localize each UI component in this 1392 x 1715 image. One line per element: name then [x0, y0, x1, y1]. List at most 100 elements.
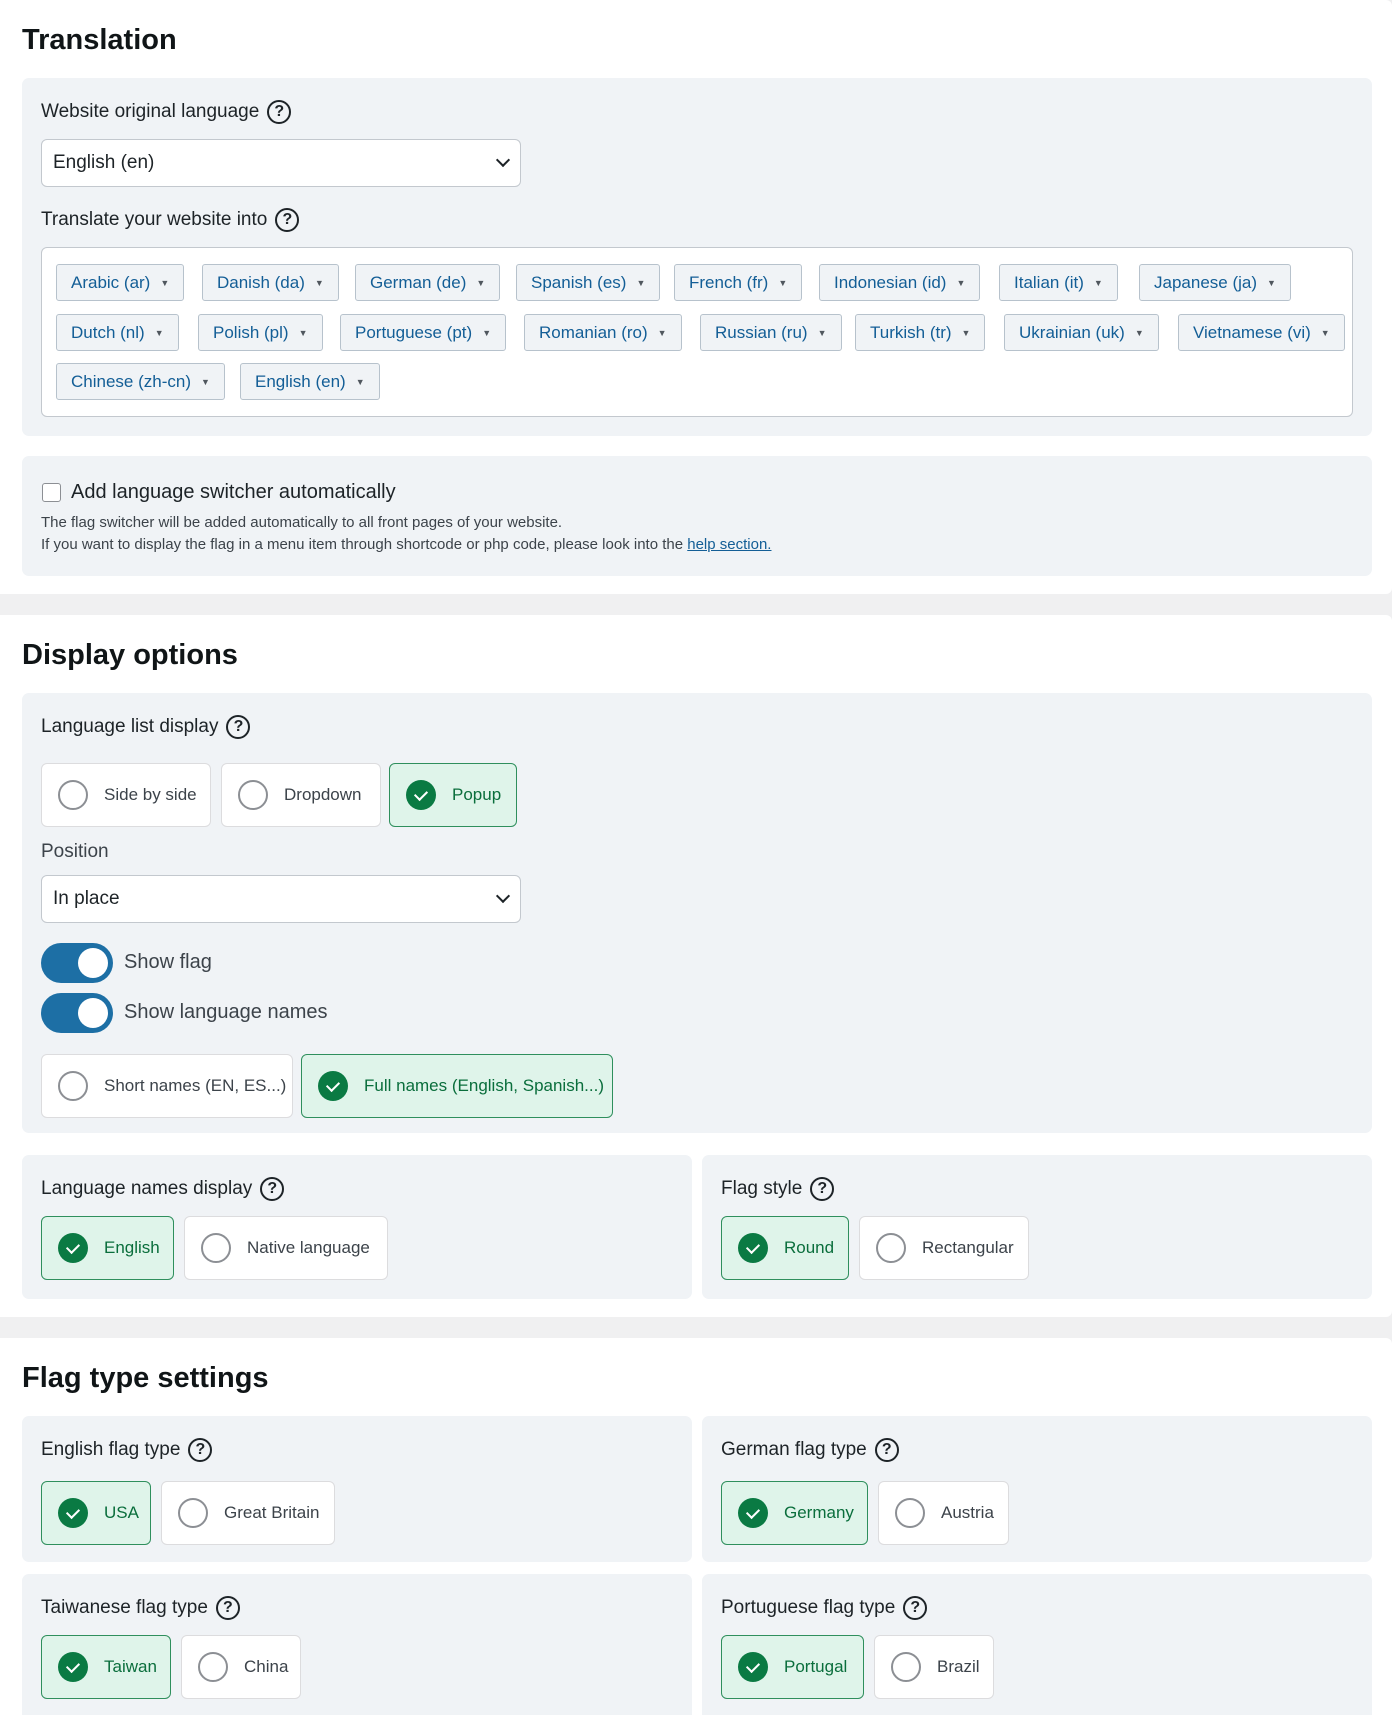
language-tag[interactable]: Vietnamese (vi) ▼: [1178, 314, 1345, 351]
switcher-description: The flag switcher will be added automati…: [41, 514, 563, 531]
language-tag[interactable]: Japanese (ja) ▼: [1139, 264, 1291, 301]
caret-down-icon[interactable]: ▼: [1094, 278, 1103, 288]
option-rectangular[interactable]: Rectangular: [859, 1216, 1029, 1280]
option-taiwan[interactable]: Taiwan: [41, 1635, 171, 1699]
language-tag[interactable]: French (fr) ▼: [674, 264, 803, 301]
auto-switcher-label[interactable]: Add language switcher automatically: [71, 481, 396, 504]
caret-down-icon[interactable]: ▼: [962, 328, 971, 338]
language-tag[interactable]: Ukrainian (uk) ▼: [1004, 314, 1159, 351]
caret-down-icon[interactable]: ▼: [1321, 328, 1330, 338]
language-settings-panel: Website original language ? English (en)…: [22, 78, 1372, 436]
language-list-panel: Language list display ? Side by side Dro…: [22, 693, 1372, 1133]
portuguese-flag-panel: Portuguese flag type ? Portugal Brazil: [702, 1574, 1372, 1715]
target-languages-box[interactable]: Arabic (ar) ▼ Danish (da) ▼ German (de) ▼ S…: [41, 247, 1353, 417]
language-tag[interactable]: German (de) ▼: [355, 264, 501, 301]
chevron-down-icon: [495, 152, 511, 168]
english-flag-label: English flag type ?: [41, 1438, 213, 1462]
language-tag[interactable]: English (en) ▼: [240, 363, 380, 400]
check-icon: [738, 1233, 768, 1263]
question-circle-icon[interactable]: ?: [260, 1177, 285, 1201]
caret-down-icon[interactable]: ▼: [160, 278, 169, 288]
flag-style-label: Flag style ?: [721, 1177, 835, 1201]
option-short-names[interactable]: Short names (EN, ES...): [41, 1054, 293, 1118]
translate-into-label: Translate your website into ?: [41, 208, 300, 232]
check-icon: [738, 1652, 768, 1682]
caret-down-icon[interactable]: ▼: [299, 328, 308, 338]
language-tag[interactable]: Turkish (tr) ▼: [855, 314, 986, 351]
option-native-language[interactable]: Native language: [184, 1216, 388, 1280]
option-side-by-side[interactable]: Side by side: [41, 763, 211, 827]
option-brazil[interactable]: Brazil: [874, 1635, 994, 1699]
question-circle-icon[interactable]: ?: [267, 100, 292, 124]
check-icon: [738, 1498, 768, 1528]
option-full-names[interactable]: Full names (English, Spanish...): [301, 1054, 613, 1118]
caret-down-icon[interactable]: ▼: [818, 328, 827, 338]
language-switcher-panel: Add language switcher automatically The …: [22, 456, 1372, 576]
show-language-names-toggle[interactable]: [41, 993, 113, 1033]
option-popup[interactable]: Popup: [389, 763, 517, 827]
caret-down-icon[interactable]: ▼: [482, 328, 491, 338]
question-circle-icon[interactable]: ?: [874, 1438, 899, 1462]
question-circle-icon[interactable]: ?: [903, 1596, 928, 1620]
language-tag[interactable]: Italian (it) ▼: [999, 264, 1118, 301]
show-language-names-label: Show language names: [124, 1001, 328, 1023]
language-tag[interactable]: Dutch (nl) ▼: [56, 314, 179, 351]
caret-down-icon[interactable]: ▼: [356, 377, 365, 387]
check-icon: [58, 1498, 88, 1528]
question-circle-icon[interactable]: ?: [226, 715, 251, 739]
option-austria[interactable]: Austria: [878, 1481, 1009, 1545]
option-germany[interactable]: Germany: [721, 1481, 868, 1545]
auto-switcher-checkbox[interactable]: [42, 483, 61, 502]
option-usa[interactable]: USA: [41, 1481, 151, 1545]
caret-down-icon[interactable]: ▼: [201, 377, 210, 387]
flag-type-title: Flag type settings: [22, 1362, 269, 1394]
check-icon: [318, 1071, 348, 1101]
language-tag[interactable]: Chinese (zh-cn) ▼: [56, 363, 225, 400]
question-circle-icon[interactable]: ?: [188, 1438, 213, 1462]
flag-style-panel: Flag style ? Round Rectangular: [702, 1155, 1372, 1299]
radio-icon: [238, 780, 268, 810]
language-tag[interactable]: Danish (da) ▼: [202, 264, 339, 301]
question-circle-icon[interactable]: ?: [215, 1596, 240, 1620]
help-section-link[interactable]: help section.: [687, 536, 771, 553]
caret-down-icon[interactable]: ▼: [315, 278, 324, 288]
display-options-title: Display options: [22, 639, 238, 671]
caret-down-icon[interactable]: ▼: [1135, 328, 1144, 338]
position-select[interactable]: In place: [41, 875, 521, 923]
question-circle-icon[interactable]: ?: [275, 208, 300, 232]
language-tag[interactable]: Russian (ru) ▼: [700, 314, 842, 351]
option-english-names[interactable]: English: [41, 1216, 174, 1280]
check-icon: [58, 1233, 88, 1263]
caret-down-icon[interactable]: ▼: [956, 278, 965, 288]
radio-icon: [201, 1233, 231, 1263]
caret-down-icon[interactable]: ▼: [155, 328, 164, 338]
radio-icon: [198, 1652, 228, 1682]
chevron-down-icon: [495, 888, 511, 904]
language-tag[interactable]: Indonesian (id) ▼: [819, 264, 981, 301]
caret-down-icon[interactable]: ▼: [1267, 278, 1276, 288]
original-language-select[interactable]: English (en): [41, 139, 521, 187]
switcher-help-text: If you want to display the flag in a men…: [41, 536, 772, 553]
option-china[interactable]: China: [181, 1635, 301, 1699]
option-dropdown[interactable]: Dropdown: [221, 763, 381, 827]
caret-down-icon[interactable]: ▼: [658, 328, 667, 338]
language-tag[interactable]: Portuguese (pt) ▼: [340, 314, 507, 351]
question-circle-icon[interactable]: ?: [810, 1177, 835, 1201]
portuguese-flag-label: Portuguese flag type ?: [721, 1596, 928, 1620]
language-tag[interactable]: Romanian (ro) ▼: [524, 314, 682, 351]
caret-down-icon[interactable]: ▼: [476, 278, 485, 288]
radio-icon: [58, 1071, 88, 1101]
check-icon: [58, 1652, 88, 1682]
radio-icon: [58, 780, 88, 810]
radio-icon: [876, 1233, 906, 1263]
caret-down-icon[interactable]: ▼: [636, 278, 645, 288]
option-great-britain[interactable]: Great Britain: [161, 1481, 335, 1545]
language-tag[interactable]: Polish (pl) ▼: [198, 314, 323, 351]
option-portugal[interactable]: Portugal: [721, 1635, 864, 1699]
option-round[interactable]: Round: [721, 1216, 849, 1280]
show-flag-toggle[interactable]: [41, 943, 113, 983]
english-flag-panel: English flag type ? USA Great Britain: [22, 1416, 692, 1562]
language-tag[interactable]: Spanish (es) ▼: [516, 264, 661, 301]
caret-down-icon[interactable]: ▼: [778, 278, 787, 288]
language-tag[interactable]: Arabic (ar) ▼: [56, 264, 185, 301]
